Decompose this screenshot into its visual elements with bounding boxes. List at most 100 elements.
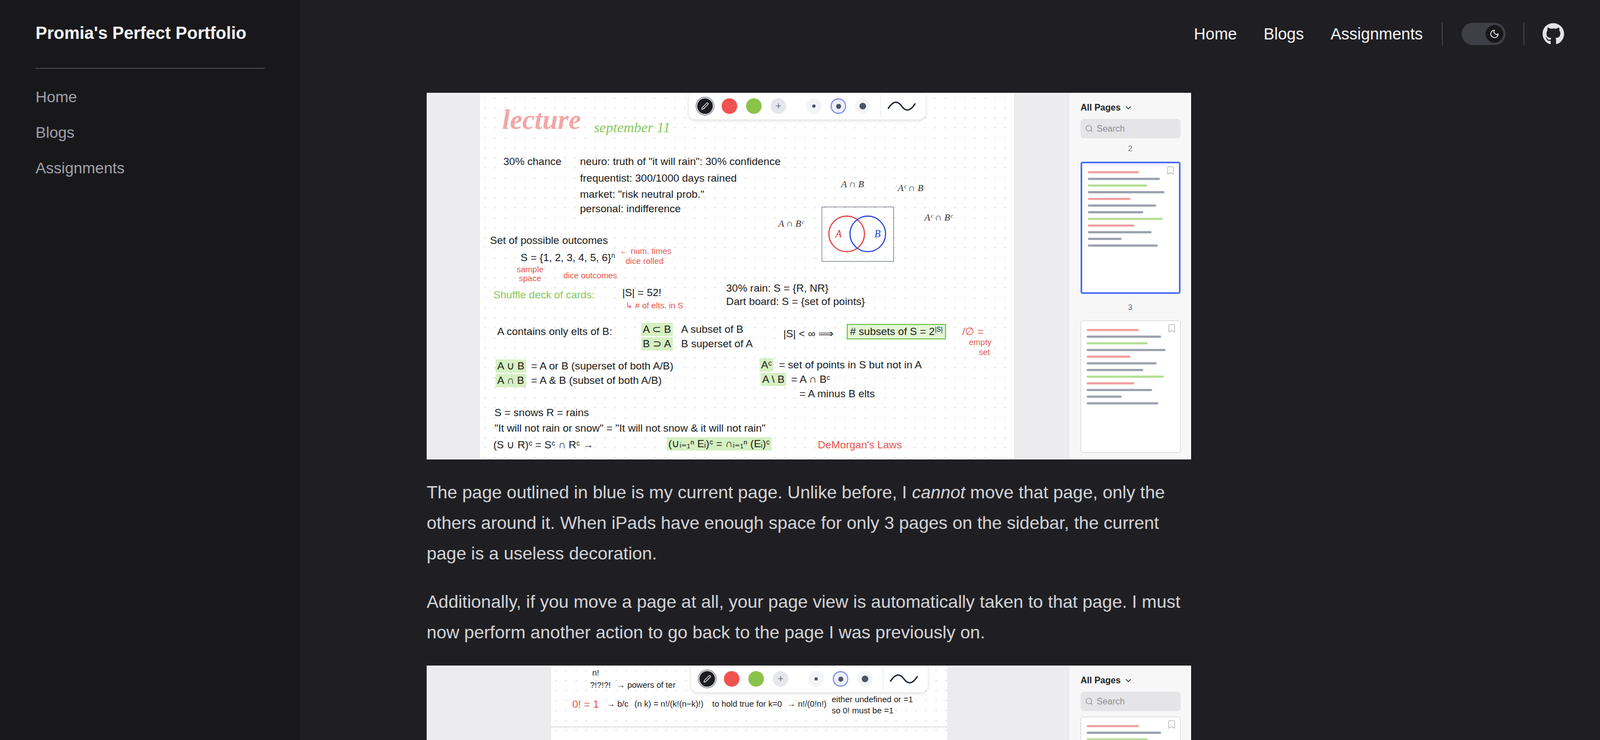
add-color-button[interactable]: + [772,671,789,687]
note-text: (∪ᵢ₌₁ⁿ Eᵢ)ᶜ = ∩ᵢ₌₁ⁿ (Eᵢ)ᶜ [666,437,772,451]
note-text: n! [592,667,600,678]
note-text: /∅ = [962,325,984,339]
note-text: empty [968,337,992,348]
nav-link[interactable]: Home [1193,24,1237,44]
page-number: 3 [1128,302,1133,312]
stroke-size-option[interactable] [806,98,822,114]
note-text: ?!?!?! [590,680,612,690]
stroke-style-icon[interactable] [886,99,917,113]
venn-label: A ∩ B [841,178,864,190]
moon-icon [1489,28,1500,39]
note-text: sample [516,264,544,275]
stroke-size-option[interactable] [855,98,871,114]
note-text: (n k) = n!/(k!(n−k)!) [634,698,704,709]
notes-screenshot: lecture september 11 30% chance neuro: trut… [426,92,1192,460]
note-text: 0! = 1 [572,697,599,712]
note-text: lecture [502,103,582,135]
page-search-field[interactable]: Search [1080,118,1181,139]
note-text: |S| = 52! [622,286,662,300]
stroke-size-option[interactable] [832,671,849,687]
bookmark-icon[interactable] [1166,323,1177,334]
note-text: = A or B (superset of both A/B) [531,359,674,373]
note-text: (S ∪ R)ᶜ = Sᶜ ∩ Rᶜ → [493,438,594,452]
note-text: Set of possible outcomes [490,233,608,248]
note-text: B superset of A [681,337,753,351]
note-text: A contains only elts of B: [497,325,613,339]
search-icon [1085,697,1094,706]
note-text: = A minus B elts [799,387,875,401]
note-text: space [518,273,542,284]
notes-screenshot: n!?!?!?! → powers of ter 0! = 1 → b/c (n k) … [426,665,1192,740]
pages-filter[interactable]: All Pages [1080,102,1180,114]
color-swatch[interactable] [723,671,740,687]
nav-link[interactable]: Assignments [1330,24,1423,44]
page-panel: All Pages Search [1069,665,1192,740]
theme-toggle[interactable] [1461,22,1506,45]
search-icon [1085,124,1094,133]
page-thumbnail[interactable] [1080,320,1181,453]
note-text: = A & B (subset of both A/B) [531,373,662,388]
note-text: 30% chance [503,155,562,169]
note-text: # subsets of S = 2|S| [846,323,947,340]
note-text: market: "risk neutral prob." [580,187,705,202]
bookmark-icon[interactable] [1166,719,1177,730]
color-swatch[interactable] [746,98,762,114]
stroke-size-option[interactable] [857,671,873,687]
stroke-style-icon[interactable] [888,672,919,686]
venn-circle-label: A [835,228,842,240]
page-search-field[interactable]: Search [1080,691,1181,712]
pen-icon [701,102,709,110]
page-thumbnail[interactable] [1080,161,1181,294]
pages-filter[interactable]: All Pages [1080,675,1180,687]
note-text: set [978,347,990,358]
note-text: A ⊂ B [641,322,673,337]
note-text: B ⊃ A [641,337,673,351]
pen-tool[interactable] [697,98,713,114]
note-text: personal: indifference [580,202,681,216]
nav-link[interactable]: Blogs [1263,24,1304,44]
note-text: S = {1, 2, 3, 4, 5, 6}n [520,251,615,265]
note-text: A subset of B [681,322,744,337]
page-number: 2 [1128,143,1133,153]
note-text: ← num. times [620,246,672,257]
note-text: → powers of ter [616,680,676,690]
bookmark-icon[interactable] [1165,165,1176,176]
chevron-down-icon [1123,676,1133,685]
venn-circles-icon [822,207,894,262]
note-text: → b/c [606,698,629,709]
stroke-size-option[interactable] [830,98,847,114]
note-text: A \ B [760,372,787,387]
note-text: S = snows R = rains [494,406,589,420]
venn-circle-label: B [874,228,881,240]
note-page: lecture september 11 30% chance neuro: trut… [480,92,1014,460]
note-text: dice outcomes [563,270,618,281]
venn-label: Aᶜ ∩ Bᶜ [924,212,953,224]
sidebar: Promia's Perfect Portfolio Home Blogs Assig… [0,0,302,740]
top-nav: Home Blogs Assignments [301,0,1600,68]
note-text: to hold true for k=0 [712,698,783,709]
note-text: "It will not rain or snow" = "It will no… [494,421,766,435]
note-text: september 11 [593,119,670,137]
blog-paragraph: Additionally, if you move a page at all,… [426,586,1192,648]
note-text: either undefined or =1 [831,694,913,705]
color-swatch[interactable] [748,671,764,687]
note-text: neuro: truth of "it will rain": 30% conf… [580,155,781,169]
sidebar-item[interactable]: Assignments [35,158,265,178]
page-thumbnail[interactable] [1080,716,1181,740]
main: Home Blogs Assignments lecture september 11 3… [301,0,1600,740]
color-swatch[interactable] [721,98,738,114]
note-text: so 0! must be =1 [831,705,894,716]
blog-paragraph: The page outlined in blue is my current … [426,477,1192,569]
github-icon[interactable] [1542,22,1565,45]
site-title[interactable]: Promia's Perfect Portfolio [35,23,265,44]
add-color-button[interactable]: + [770,98,787,114]
pen-tool[interactable] [699,671,715,687]
note-text: Aᶜ [759,358,774,372]
sidebar-item[interactable]: Blogs [35,123,265,143]
note-toolbar: + [688,92,926,120]
note-text: Shuffle deck of cards: [493,288,595,302]
note-text: 30% rain: S = {R, NR} [726,281,829,295]
note-text: → n!/(0!n!) [787,698,827,709]
stroke-size-option[interactable] [808,671,824,687]
sidebar-item[interactable]: Home [35,87,265,107]
